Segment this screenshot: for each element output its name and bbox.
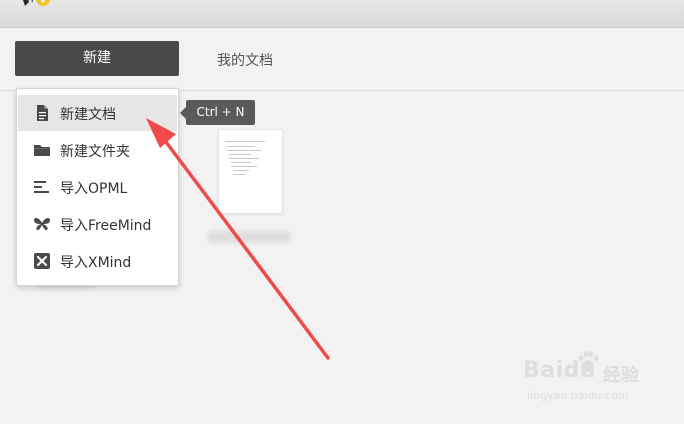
new-button[interactable]: 新建 xyxy=(15,41,179,76)
menu-item-import-freemind[interactable]: 导入FreeMind xyxy=(18,206,177,242)
menu-item-label: 导入FreeMind xyxy=(60,218,152,234)
title-bar xyxy=(0,0,684,28)
watermark-cn: 经验 xyxy=(603,365,639,386)
toolbar: 新建 我的文档 xyxy=(0,28,684,91)
document-thumbnail[interactable] xyxy=(218,129,283,214)
menu-item-import-xmind[interactable]: 导入XMind xyxy=(18,243,177,279)
folder-icon xyxy=(34,145,50,156)
app-window: 新建 我的文档 新建文档 新建文件夹 导入OPML 导入FreeMind 导入X… xyxy=(0,0,684,424)
shortcut-tooltip: Ctrl + N xyxy=(180,100,255,125)
menu-item-new-document[interactable]: 新建文档 xyxy=(18,95,177,131)
menu-item-new-folder[interactable]: 新建文件夹 xyxy=(18,132,177,168)
document-icon xyxy=(37,105,48,121)
opml-icon xyxy=(34,181,49,193)
document-name-blurred xyxy=(207,231,291,243)
menu-item-label: 导入OPML xyxy=(60,181,128,197)
menu-item-label: 新建文件夹 xyxy=(60,144,130,160)
baidu-watermark: Baidu 经验 jingyan.baidu.com xyxy=(523,350,673,410)
menu-item-label: 导入XMind xyxy=(60,255,132,271)
app-logo-icon xyxy=(23,0,50,6)
butterfly-icon xyxy=(34,218,50,231)
menu-item-label: 新建文档 xyxy=(60,107,116,123)
menu-item-import-opml[interactable]: 导入OPML xyxy=(18,169,177,205)
watermark-url: jingyan.baidu.com xyxy=(527,389,629,402)
paw-icon xyxy=(578,351,599,372)
xmind-icon xyxy=(34,253,50,269)
new-dropdown-menu: 新建文档 新建文件夹 导入OPML 导入FreeMind 导入XMind xyxy=(16,88,179,286)
tab-my-documents[interactable]: 我的文档 xyxy=(217,50,273,70)
